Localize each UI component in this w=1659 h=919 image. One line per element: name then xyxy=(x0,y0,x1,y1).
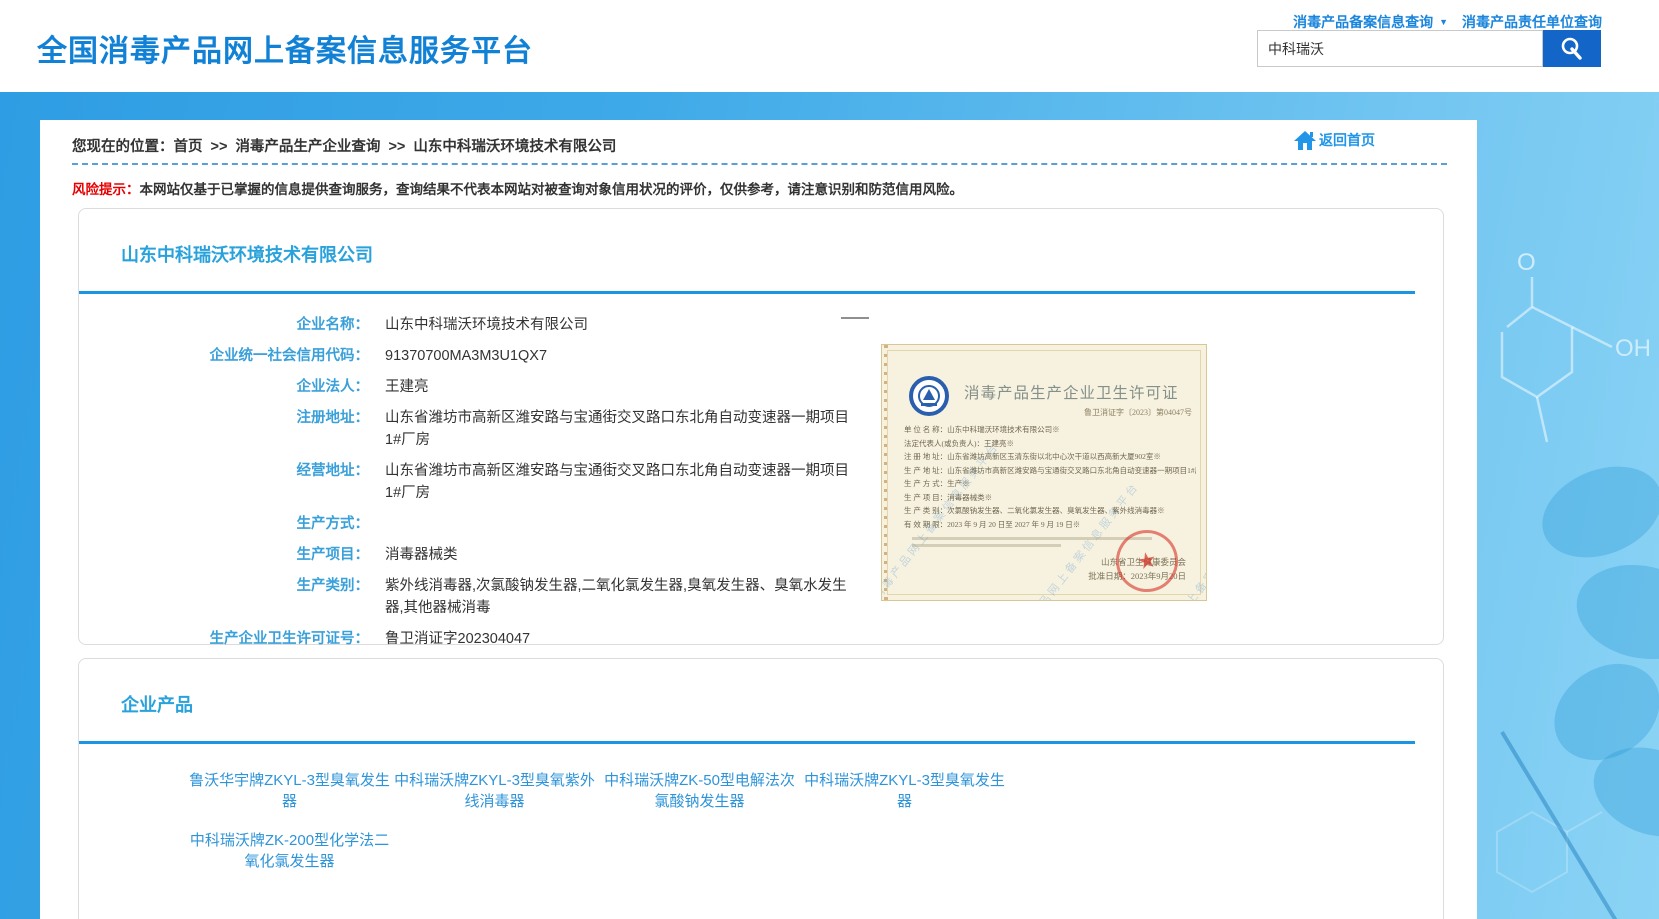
breadcrumb: 您现在的位置：首页 >> 消毒产品生产企业查询 >> 山东中科瑞沃环境技术有限公司 xyxy=(72,135,616,156)
top-nav: 消毒产品备案信息查询 ▼ 消毒产品责任单位查询 xyxy=(1293,12,1602,32)
field-label: 生产方式： xyxy=(79,513,369,535)
home-icon xyxy=(1293,129,1317,151)
breadcrumb-separator: >> xyxy=(211,139,228,155)
certificate-line: 生 产 方 式：生产※ xyxy=(904,477,1196,491)
risk-warning: 风险提示：本网站仅基于已掌握的信息提供查询服务，查询结果不代表本网站对被查询对象… xyxy=(72,178,1445,198)
field-value: 消毒器械类 xyxy=(385,544,850,566)
field-value: 山东省潍坊市高新区潍安路与宝通街交叉路口东北角自动变速器一期项目1#厂房 xyxy=(385,460,850,504)
back-home-link[interactable]: 返回首页 xyxy=(1293,129,1375,151)
certificate-fineprint xyxy=(912,537,1152,551)
field-value: 山东中科瑞沃环境技术有限公司 xyxy=(385,314,850,336)
official-stamp-icon: ★ xyxy=(1110,524,1184,598)
national-emblem-icon xyxy=(908,375,950,417)
product-link[interactable]: 中科瑞沃牌ZK-50型电解法次氯酸钠发生器 xyxy=(597,770,802,812)
products-card: 企业产品 鲁沃华宇牌ZKYL-3型臭氧发生器 中科瑞沃牌ZKYL-3型臭氧紫外线… xyxy=(78,658,1444,919)
separator-dash xyxy=(841,317,869,319)
product-link[interactable]: 中科瑞沃牌ZKYL-3型臭氧发生器 xyxy=(802,770,1007,812)
field-row-production-project: 生产项目： 消毒器械类 xyxy=(79,544,1443,566)
certificate-line: 法定代表人(或负责人)：王建亮※ xyxy=(904,437,1196,451)
certificate-line: 有 效 期 限：2023 年 9 月 20 日至 2027 年 9 月 19 日… xyxy=(904,518,1196,532)
field-row-credit-code: 企业统一社会信用代码： 91370700MA3M3U1QX7 xyxy=(79,345,1443,367)
search-button[interactable] xyxy=(1543,30,1601,67)
license-certificate-image[interactable]: 全国消毒产品网上备案信息服务平台 全国消毒产品网上备案信息服务平台 全国消毒产品… xyxy=(881,344,1207,601)
risk-warning-label: 风险提示： xyxy=(72,182,140,197)
certificate-title: 消毒产品生产企业卫生许可证 xyxy=(964,381,1179,403)
site-title: 全国消毒产品网上备案信息服务平台 xyxy=(37,26,533,70)
field-value: 山东省潍坊市高新区潍安路与宝通街交叉路口东北角自动变速器一期项目1#厂房 xyxy=(385,407,850,451)
breadcrumb-home[interactable]: 首页 xyxy=(174,139,203,155)
svg-text:O: O xyxy=(1517,249,1536,276)
certificate-fields: 单 位 名 称：山东中科瑞沃环境技术有限公司※ 法定代表人(或负责人)：王建亮※… xyxy=(904,423,1196,531)
breadcrumb-separator: >> xyxy=(388,139,405,155)
certificate-line: 注 册 地 址：山东省潍坊高新区玉清东街以北中心次干道以西高新大厦902室※ xyxy=(904,450,1196,464)
field-label: 企业名称： xyxy=(79,314,369,336)
page-header: 全国消毒产品网上备案信息服务平台 消毒产品备案信息查询 ▼ 消毒产品责任单位查询 xyxy=(0,0,1659,92)
field-label: 注册地址： xyxy=(79,407,369,429)
company-fields: 企业名称： 山东中科瑞沃环境技术有限公司 企业统一社会信用代码： 9137070… xyxy=(79,314,1443,681)
field-value: 紫外线消毒器,次氯酸钠发生器,二氧化氯发生器,臭氧发生器、臭氧水发生器,其他器械… xyxy=(385,575,850,619)
products-list: 鲁沃华宇牌ZKYL-3型臭氧发生器 中科瑞沃牌ZKYL-3型臭氧紫外线消毒器 中… xyxy=(187,770,1027,890)
company-info-card: 山东中科瑞沃环境技术有限公司 企业名称： 山东中科瑞沃环境技术有限公司 企业统一… xyxy=(78,208,1444,645)
field-label: 企业统一社会信用代码： xyxy=(79,345,369,367)
breadcrumb-section[interactable]: 消毒产品生产企业查询 xyxy=(235,139,380,155)
certificate-line: 生 产 项 目：消毒器械类※ xyxy=(904,491,1196,505)
field-label: 生产项目： xyxy=(79,544,369,566)
chevron-down-icon[interactable]: ▼ xyxy=(1439,17,1448,27)
field-label: 企业法人： xyxy=(79,376,369,398)
field-row-license-number: 生产企业卫生许可证号： 鲁卫消证字202304047 xyxy=(79,628,1443,650)
nav-record-info-query[interactable]: 消毒产品备案信息查询 xyxy=(1293,14,1433,30)
breadcrumb-prefix: 您现在的位置： xyxy=(72,139,174,155)
certificate-line: 生 产 类 别：次氯酸钠发生器、二氧化氯发生器、臭氧发生器、紫外线消毒器※ xyxy=(904,504,1196,518)
risk-warning-text: 本网站仅基于已掌握的信息提供查询服务，查询结果不代表本网站对被查询对象信用状况的… xyxy=(140,182,964,197)
chemistry-decoration: O OH xyxy=(1477,92,1659,919)
back-home-label: 返回首页 xyxy=(1319,130,1375,150)
field-row-business-address: 经营地址： 山东省潍坊市高新区潍安路与宝通街交叉路口东北角自动变速器一期项目1#… xyxy=(79,460,1443,504)
field-row-company-name: 企业名称： 山东中科瑞沃环境技术有限公司 xyxy=(79,314,1443,336)
search-icon xyxy=(1559,36,1585,62)
company-card-title: 山东中科瑞沃环境技术有限公司 xyxy=(121,241,1443,267)
field-row-legal-person: 企业法人： 王建亮 xyxy=(79,376,1443,398)
field-value: 91370700MA3M3U1QX7 xyxy=(385,345,850,367)
svg-text:OH: OH xyxy=(1615,335,1651,362)
search-bar xyxy=(1257,30,1601,67)
product-link[interactable]: 中科瑞沃牌ZKYL-3型臭氧紫外线消毒器 xyxy=(392,770,597,812)
field-value: 鲁卫消证字202304047 xyxy=(385,628,850,650)
nav-responsible-unit-query[interactable]: 消毒产品责任单位查询 xyxy=(1462,14,1602,30)
search-input[interactable] xyxy=(1257,30,1543,67)
field-row-production-mode: 生产方式： xyxy=(79,513,1443,535)
product-link[interactable]: 鲁沃华宇牌ZKYL-3型臭氧发生器 xyxy=(187,770,392,812)
certificate-line: 生 产 地 址：山东省潍坊市高新区潍安路与宝通街交叉路口东北角自动变速器一期项目… xyxy=(904,464,1196,478)
products-card-title: 企业产品 xyxy=(121,691,1443,717)
breadcrumb-current: 山东中科瑞沃环境技术有限公司 xyxy=(413,139,616,155)
field-value: 王建亮 xyxy=(385,376,850,398)
dashed-divider xyxy=(72,163,1447,165)
certificate-number: 鲁卫消证字〔2023〕第04047号 xyxy=(1084,407,1192,418)
certificate-perforation xyxy=(884,345,888,600)
field-label: 生产企业卫生许可证号： xyxy=(79,628,369,650)
content-panel: 您现在的位置：首页 >> 消毒产品生产企业查询 >> 山东中科瑞沃环境技术有限公司 返回… xyxy=(40,120,1477,919)
field-label: 经营地址： xyxy=(79,460,369,482)
product-link[interactable]: 中科瑞沃牌ZK-200型化学法二氧化氯发生器 xyxy=(187,830,392,872)
certificate-line: 单 位 名 称：山东中科瑞沃环境技术有限公司※ xyxy=(904,423,1196,437)
field-row-production-category: 生产类别： 紫外线消毒器,次氯酸钠发生器,二氧化氯发生器,臭氧发生器、臭氧水发生… xyxy=(79,575,1443,619)
field-row-registered-address: 注册地址： 山东省潍坊市高新区潍安路与宝通街交叉路口东北角自动变速器一期项目1#… xyxy=(79,407,1443,451)
title-underline xyxy=(79,291,1415,294)
title-underline xyxy=(79,741,1415,744)
field-label: 生产类别： xyxy=(79,575,369,597)
